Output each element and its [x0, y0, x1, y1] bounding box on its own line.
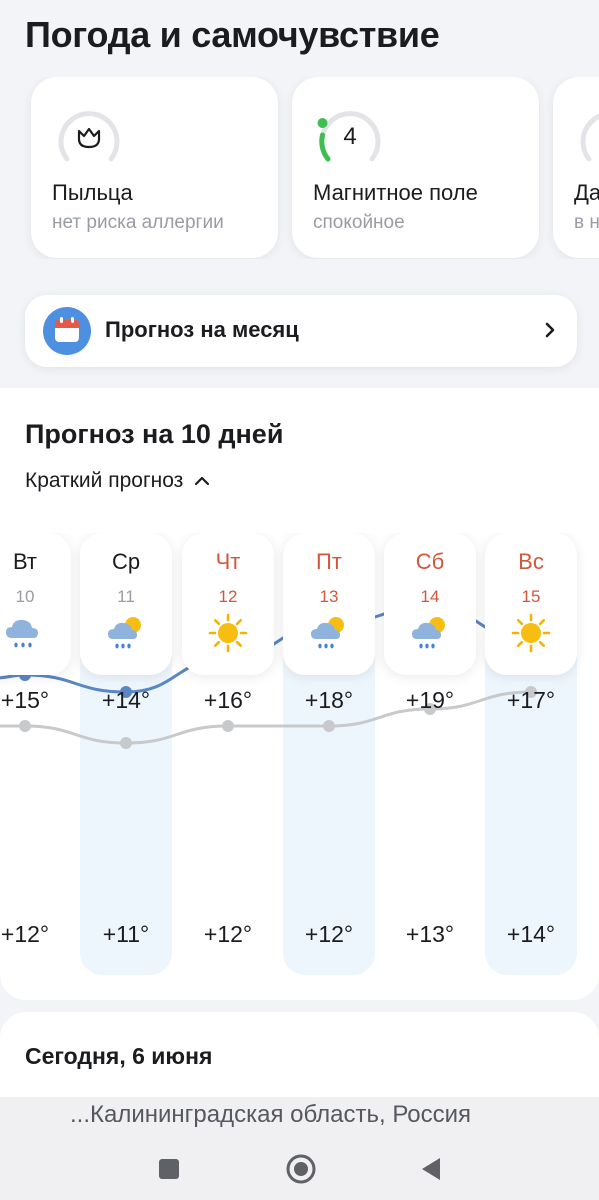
month-forecast-label: Прогноз на месяц [105, 317, 299, 342]
day-date: 12 [218, 587, 238, 606]
day-name: Ср [111, 549, 141, 574]
pollen-gauge [58, 111, 120, 162]
home-button[interactable] [283, 1151, 319, 1187]
temp-max-label: +15° [0, 687, 50, 713]
magnetic-title: Магнитное поле [313, 180, 478, 205]
chevron-up-icon [195, 476, 210, 486]
temp-max-label: +16° [203, 687, 253, 713]
day-card-15[interactable]: Вс 15 [485, 533, 577, 675]
day-card-14[interactable]: Сб 14 [384, 533, 476, 675]
min-temp-point [19, 720, 31, 732]
day-card-13[interactable]: Пт 13 [283, 533, 375, 675]
system-navbar [0, 1137, 599, 1200]
pollen-title: Пыльца [52, 180, 133, 205]
calendar-icon [43, 307, 91, 355]
day-name: Вт [12, 549, 38, 574]
flower-icon [77, 127, 101, 149]
pressure-card[interactable]: 7 Да в н [553, 77, 599, 258]
day-date: 10 [15, 587, 35, 606]
day-name: Вс [518, 549, 544, 574]
pollen-subtitle: нет риска аллергии [52, 212, 224, 233]
partly-cloudy-rain-icon [412, 617, 445, 649]
temp-min-label: +12° [0, 921, 50, 947]
days-scroller[interactable]: Вт 10 +15° +12° Ср 11 +14° +11° Чт 12 +16° +12° Пт 13… [0, 533, 599, 978]
temp-max-label: +18° [304, 687, 354, 713]
partly-cloudy-rain-icon [311, 617, 344, 649]
min-temp-point [222, 720, 234, 732]
magnetic-value: 4 [343, 123, 357, 150]
month-forecast-button[interactable]: Прогноз на месяц [25, 295, 577, 367]
temp-min-label: +12° [304, 921, 354, 947]
circle-icon [286, 1154, 316, 1184]
back-triangle-icon [422, 1158, 440, 1180]
day-name: Сб [415, 549, 445, 574]
location-bar[interactable]: ...Калининградская область, Россия [0, 1097, 599, 1137]
sun-icon [511, 613, 551, 653]
day-card-11[interactable]: Ср 11 [80, 533, 172, 675]
magnetic-field-card[interactable]: 4 Магнитное поле спокойное [292, 77, 539, 258]
pollen-card[interactable]: Пыльца нет риска аллергии [31, 77, 278, 258]
day-card-10[interactable]: Вт 10 [0, 533, 71, 675]
rain-cloud-icon [6, 619, 38, 648]
day-card-12[interactable]: Чт 12 [182, 533, 274, 675]
partly-cloudy-rain-icon [108, 617, 141, 649]
temp-min-label: +11° [102, 921, 150, 947]
pressure-value: 7 [573, 99, 599, 175]
pressure-subtitle: в н [574, 212, 599, 233]
recents-button[interactable] [151, 1151, 187, 1187]
today-title: Сегодня, 6 июня [25, 1043, 213, 1069]
day-date: 15 [521, 587, 541, 606]
temp-min-label: +13° [405, 921, 455, 947]
day-name: Чт [215, 549, 241, 574]
day-date: 14 [420, 587, 440, 606]
temp-max-label: +17° [506, 687, 556, 713]
temp-max-label: +14° [101, 687, 151, 713]
temp-min-label: +14° [506, 921, 556, 947]
health-cards-strip[interactable]: Пыльца нет риска аллергии 4 Магнитное по… [0, 77, 599, 259]
square-icon [159, 1159, 179, 1179]
sun-icon [208, 613, 248, 653]
magnetic-subtitle: спокойное [313, 212, 405, 233]
pressure-title: Да [574, 180, 599, 205]
chevron-right-icon [545, 322, 555, 338]
day-name: Пт [316, 549, 342, 574]
short-forecast-label: Краткий прогноз [25, 469, 184, 492]
location-text: ...Калининградская область, Россия [70, 1101, 472, 1128]
temp-max-label: +19° [405, 687, 455, 713]
forecast-title: Прогноз на 10 дней [25, 419, 284, 449]
ten-day-forecast: Прогноз на 10 дней Краткий прогноз Вт 10 +… [0, 388, 599, 1000]
back-button[interactable] [413, 1151, 449, 1187]
day-date: 13 [319, 587, 339, 606]
short-forecast-toggle[interactable]: Краткий прогноз [25, 469, 211, 493]
temp-min-label: +12° [203, 921, 253, 947]
page-title: Погода и самочувствие [25, 14, 440, 55]
day-date: 11 [117, 587, 135, 606]
